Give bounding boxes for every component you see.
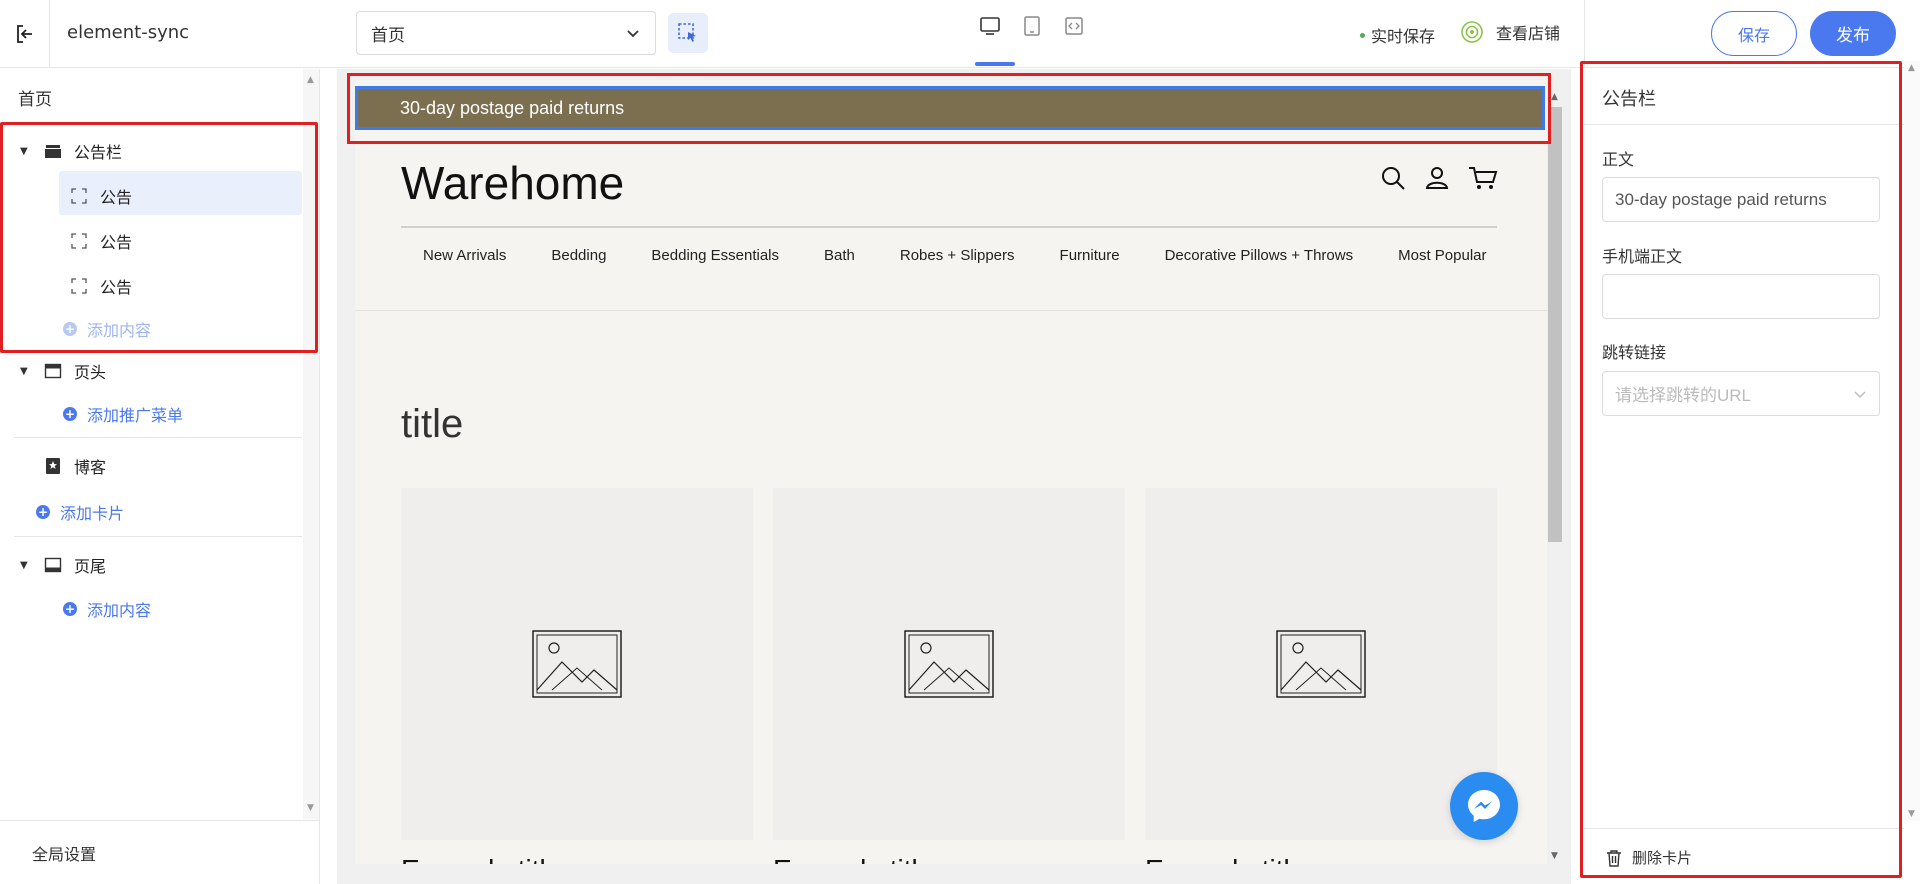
nav-item[interactable]: Most Popular [1398,247,1486,264]
product-card[interactable]: Example title [773,488,1125,864]
panel-scrollbar[interactable]: ▲ ▼ [1904,61,1920,821]
divider [355,310,1547,311]
highlight-box [0,122,318,353]
tree-item-label: 博客 [74,458,107,477]
add-promo-menu-label: 添加推广菜单 [87,406,184,425]
save-button[interactable]: 保存 [1711,11,1797,56]
active-device-indicator [975,62,1015,66]
card-title: Example title [401,854,561,864]
card-grid: Example title Example title Example titl… [401,488,1497,864]
card-title: Example title [1145,854,1305,864]
tree-item-footer[interactable]: ▼ 页尾 [20,553,106,577]
autosave-label: 实时保存 [1371,27,1436,46]
nav-item[interactable]: Robes + Slippers [900,247,1015,264]
store-preview: 30-day postage paid returns Warehome New… [355,80,1547,864]
header-icon [44,362,62,380]
publish-button[interactable]: 发布 [1810,11,1896,56]
highlight-box [1580,61,1902,878]
tree-item-label: 页头 [74,363,107,382]
tablet-icon[interactable] [1020,14,1044,38]
scroll-up-icon[interactable]: ▲ [1551,92,1558,102]
preview-scroll-thumb[interactable] [1548,107,1562,542]
card-title: Example title [773,854,933,864]
caret-down-icon[interactable]: ▼ [20,560,32,571]
chevron-down-icon [625,25,641,46]
status-dot [1360,32,1365,38]
header-icons [1380,165,1498,191]
nav-item[interactable]: Bath [824,247,855,264]
plus-circle-icon: + [63,407,77,421]
highlight-box [347,73,1551,144]
scroll-down-icon[interactable]: ▼ [307,803,314,813]
device-tabs [978,14,1086,38]
caret-down-icon[interactable]: ▼ [20,366,32,377]
product-card[interactable]: Example title [401,488,753,864]
scroll-down-icon[interactable]: ▼ [1908,809,1915,819]
add-content-button[interactable]: + 添加内容 [63,597,151,621]
exit-icon[interactable] [0,0,50,68]
view-store-link[interactable]: 查看店铺 [1460,20,1560,44]
select-cursor-icon [678,23,696,42]
app-name: element-sync [67,22,190,43]
page-select[interactable]: 首页 [356,11,656,55]
image-placeholder-icon [1276,630,1366,698]
autosave-status: 实时保存 [1360,23,1435,47]
account-icon[interactable] [1424,165,1450,191]
add-card-button[interactable]: + 添加卡片 [36,500,124,524]
top-bar: element-sync 首页 实时保存 查看店铺 保存 发布 [0,0,1920,68]
store-logo[interactable]: Warehome [401,156,624,210]
footer-icon [44,556,62,574]
divider [14,437,302,438]
add-promo-menu-button[interactable]: + 添加推广菜单 [63,402,183,426]
view-store-label: 查看店铺 [1496,24,1561,43]
plus-circle-icon: + [63,602,77,616]
tree-item-blog[interactable]: 博客 [44,454,106,478]
plus-circle-icon: + [36,505,50,519]
product-card[interactable]: Example title [1145,488,1497,864]
tree-item-header[interactable]: ▼ 页头 [20,359,106,383]
nav-item[interactable]: Furniture [1060,247,1120,264]
image-placeholder-icon [904,630,994,698]
cart-icon[interactable] [1468,165,1498,191]
divider [1584,0,1585,68]
divider [14,536,302,537]
nav-item[interactable]: Bedding [551,247,606,264]
nav-item[interactable]: Decorative Pillows + Throws [1165,247,1354,264]
search-icon[interactable] [1380,165,1406,191]
nav-item[interactable]: New Arrivals [423,247,506,264]
desktop-icon[interactable] [978,14,1002,38]
section-title: title [401,402,464,446]
page-select-value: 首页 [371,25,405,46]
scroll-up-icon[interactable]: ▲ [1908,63,1915,73]
nav-item[interactable]: Bedding Essentials [651,247,779,264]
scroll-down-icon[interactable]: ▼ [1551,851,1558,861]
sidebar-title: 首页 [18,90,52,110]
tree-item-label: 页尾 [74,557,107,576]
element-picker-button[interactable] [668,13,708,53]
blog-icon [44,457,62,475]
add-content-label: 添加内容 [87,601,152,620]
global-settings-label: 全局设置 [32,845,97,864]
eye-icon [1461,21,1483,43]
messenger-icon[interactable] [1450,772,1518,840]
main-nav: New Arrivals Bedding Bedding Essentials … [423,247,1486,264]
add-card-label: 添加卡片 [60,504,125,523]
header-divider [401,226,1497,228]
fullscreen-icon[interactable] [1062,14,1086,38]
scroll-up-icon[interactable]: ▲ [307,75,314,85]
image-placeholder-icon [532,630,622,698]
global-settings-button[interactable]: 全局设置 [0,820,320,884]
